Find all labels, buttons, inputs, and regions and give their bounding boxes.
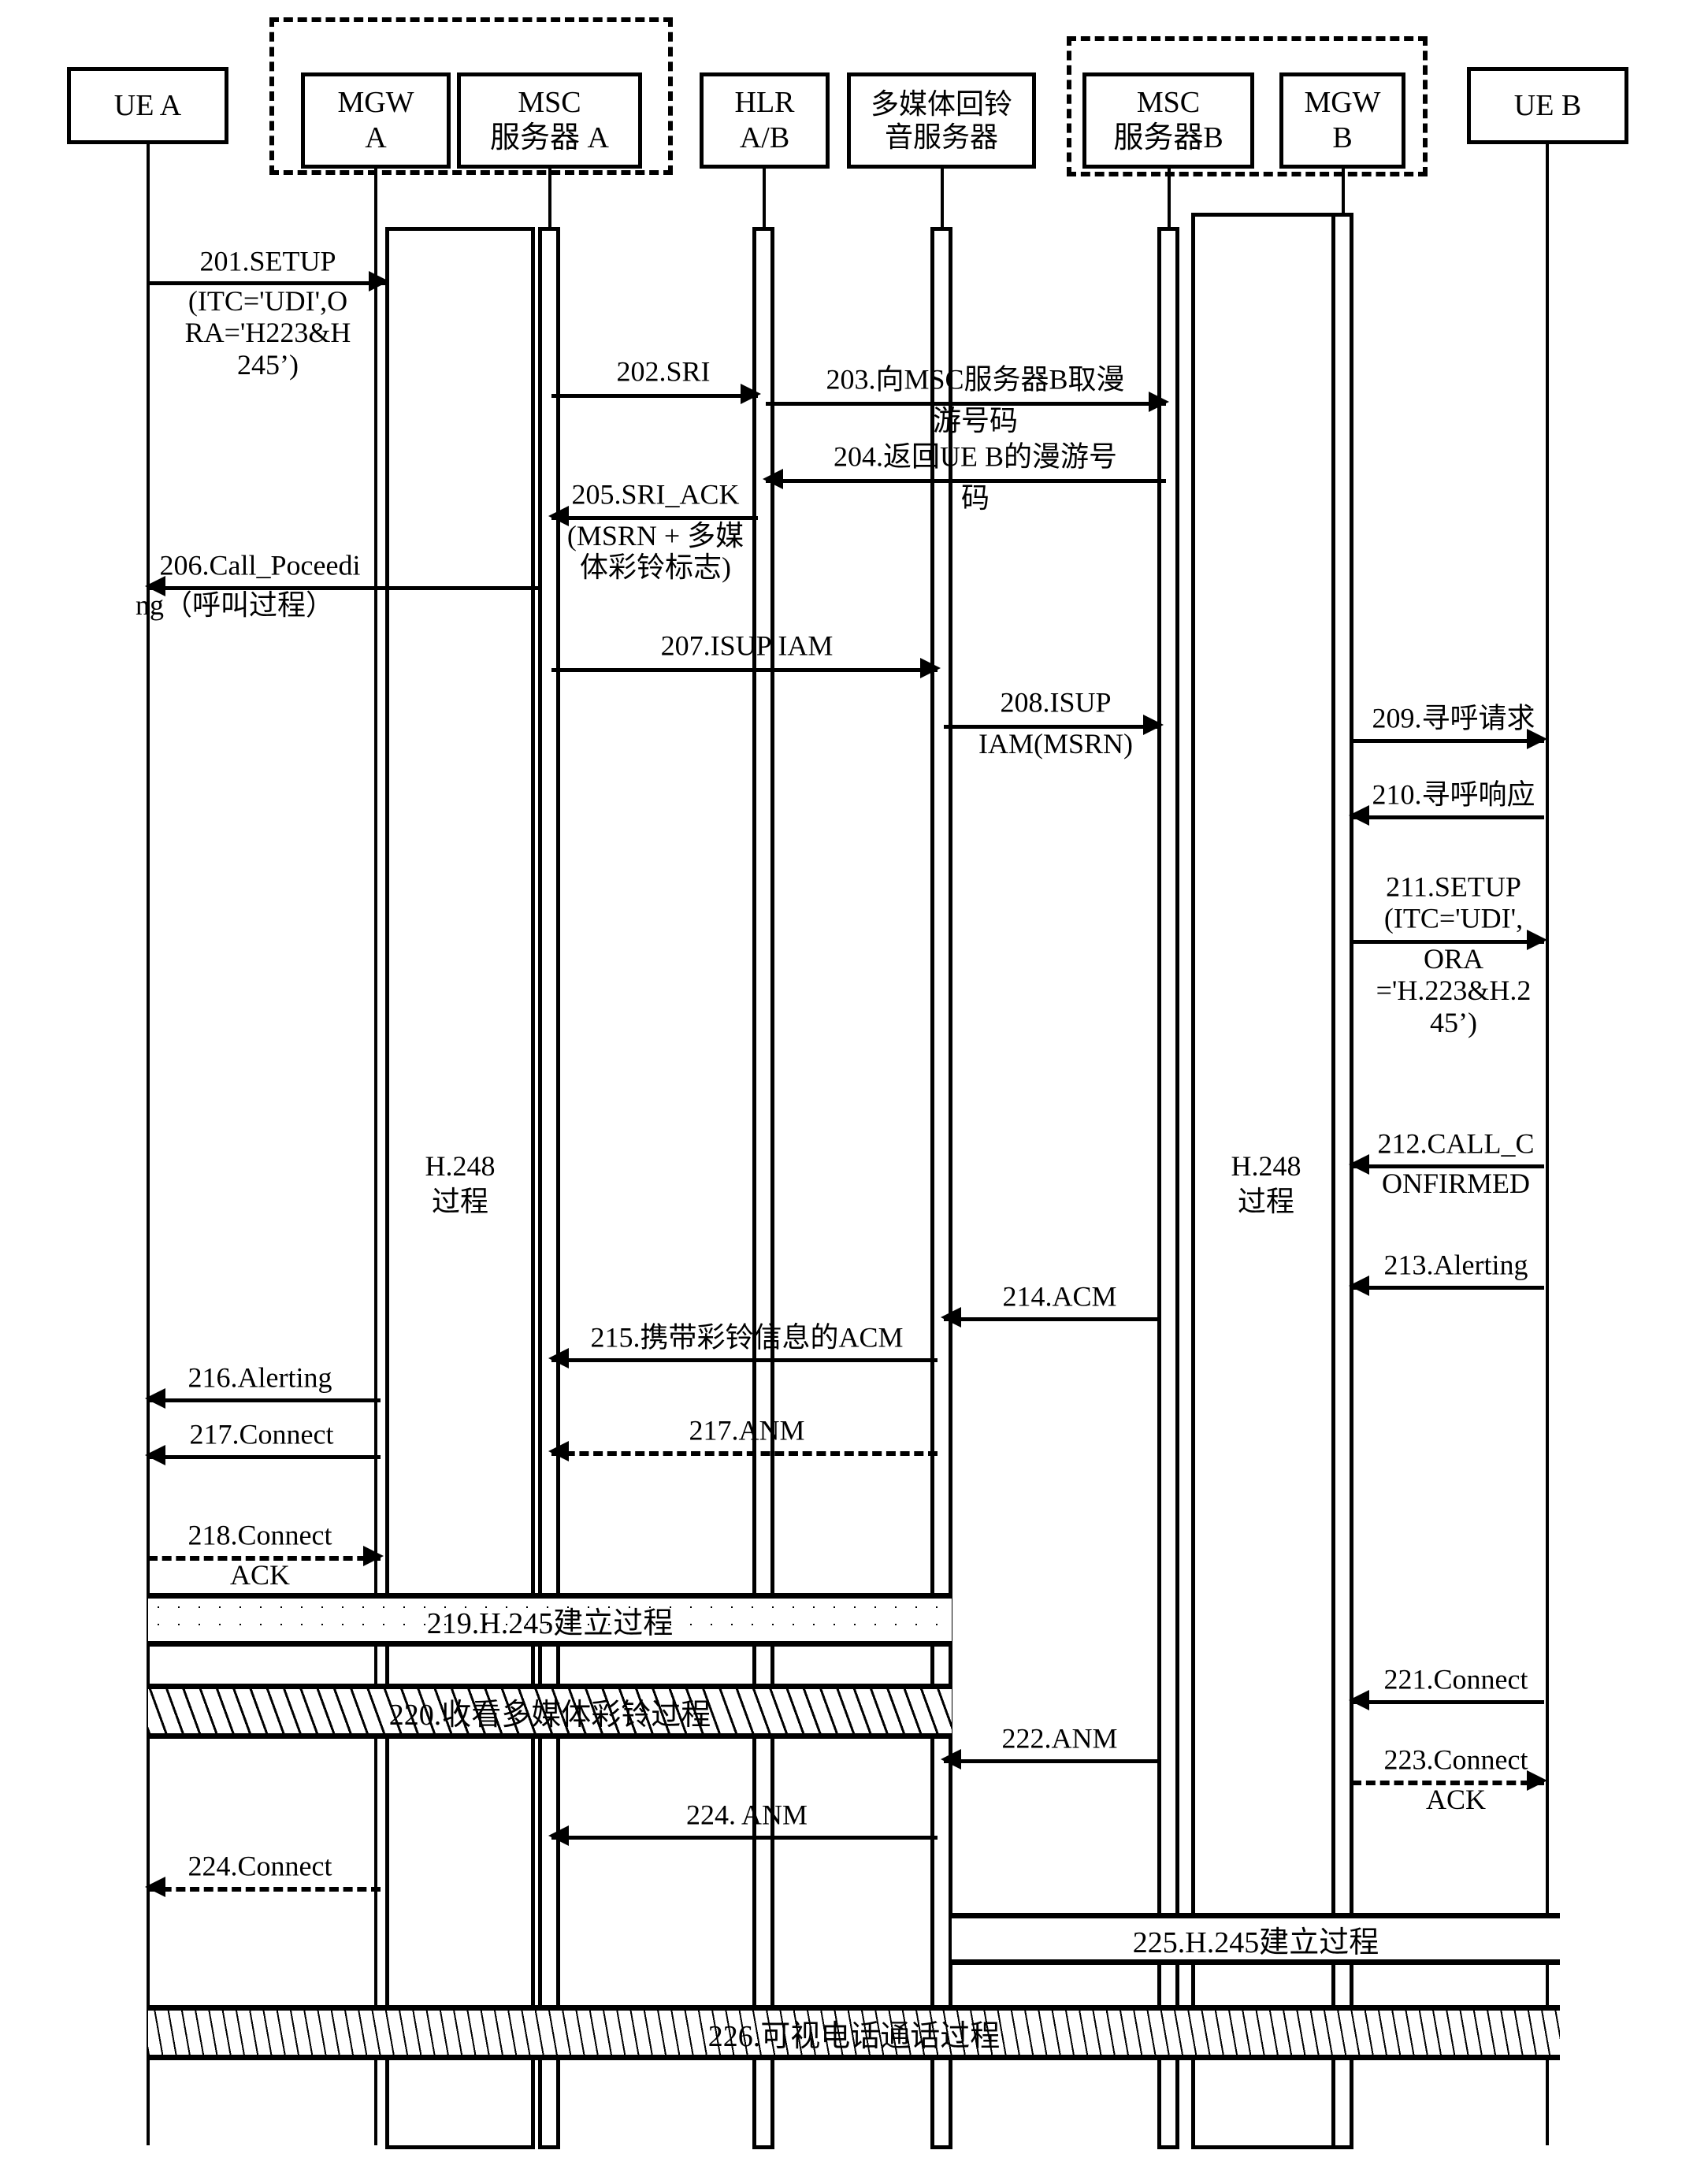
message-206-label-bottom: ng（呼叫过程） — [135, 589, 335, 621]
message-222-label: 222.ANM — [1001, 1722, 1118, 1755]
band-220-label: 220.收看多媒体彩铃过程 — [388, 1698, 711, 1732]
participant-label-line1: 多媒体回铃 — [870, 87, 1012, 120]
activation-bar-hlr — [752, 227, 774, 2149]
message-209-label: 209.寻呼请求 — [1372, 702, 1535, 734]
message-201-label-body: (ITC='UDI',O RA='H223&H 245’) — [184, 285, 351, 381]
message-207-label: 207.ISUP IAM — [660, 629, 834, 662]
participant-label-line1: MSC — [518, 86, 581, 120]
participant-hlr: HLR A/B — [700, 72, 830, 169]
participant-label-line1: UE B — [1513, 88, 1582, 122]
participant-label-line1: MSC — [1136, 86, 1201, 120]
message-204-label-bottom: 码 — [960, 482, 990, 514]
message-205-label-bottom: (MSRN + 多媒 体彩铃标志) — [566, 520, 744, 584]
participant-label-line1: UE A — [113, 88, 182, 122]
participant-label-line2: A — [365, 121, 387, 154]
message-213-label: 213.Alerting — [1383, 1249, 1528, 1281]
participant-label-line2: 服务器 A — [490, 121, 609, 154]
participant-label-line1: MGW — [1304, 86, 1381, 120]
message-221-label: 221.Connect — [1383, 1663, 1528, 1695]
activation-caption-line1: H.248 — [425, 1150, 496, 1182]
participant-multimedia-ringback-server: 多媒体回铃 音服务器 — [847, 72, 1036, 169]
lifeline-ue-b — [1546, 144, 1549, 2145]
activation-bar-msc-server-b — [1157, 227, 1179, 2149]
message-206-label-top: 206.Call_Poceedi — [159, 549, 361, 581]
lifeline-ue-a — [147, 144, 150, 2145]
participant-mgw-b: MGW B — [1279, 72, 1405, 169]
message-218-label-bottom: ACK — [229, 1559, 291, 1591]
band-219-label: 219.H.245建立过程 — [426, 1606, 674, 1640]
participant-label-line1: MGW — [337, 86, 414, 120]
participant-label-line2: A/B — [739, 121, 790, 154]
participant-ue-a: UE A — [67, 67, 228, 144]
message-211-label-bottom: ORA ='H.223&H.2 45’) — [1376, 943, 1532, 1038]
message-202-label: 202.SRI — [616, 355, 711, 388]
message-215-label: 215.携带彩铃信息的ACM — [590, 1321, 904, 1354]
message-212-label-top: 212.CALL_C — [1377, 1127, 1535, 1160]
participant-label-line1: HLR — [734, 86, 795, 120]
band-226-label: 226.可视电话通话过程 — [707, 2019, 1001, 2053]
message-216-label: 216.Alerting — [188, 1361, 332, 1394]
message-203-label-top: 203.向MSC服务器B取漫 — [826, 363, 1125, 395]
participant-mgw-a: MGW A — [301, 72, 451, 169]
activation-caption-line2: 过程 — [1237, 1186, 1294, 1217]
message-223-label-bottom: ACK — [1425, 1784, 1487, 1815]
lifeline-mgw-a — [374, 169, 377, 2145]
band-225-label: 225.H.245建立过程 — [1132, 1925, 1379, 1959]
message-212-label-bottom: ONFIRMED — [1381, 1168, 1531, 1199]
message-204-label-top: 204.返回UE B的漫游号 — [833, 440, 1118, 473]
participant-label-line2: 音服务器 — [884, 121, 998, 153]
message-224-anm-label: 224. ANM — [685, 1799, 808, 1831]
message-224-connect-label: 224.Connect — [188, 1850, 332, 1882]
activation-bar-mgw-b: H.248 过程 — [1191, 213, 1341, 2149]
message-210-label: 210.寻呼响应 — [1372, 778, 1535, 811]
sequence-diagram-canvas: UE A MGW A MSC 服务器 A HLR A/B 多媒体回铃 音服务器 … — [0, 0, 1708, 2165]
activation-bar-mgw-a: H.248 过程 — [385, 227, 535, 2149]
activation-bar-ue-b-right — [1331, 213, 1353, 2149]
band-219-h245-setup: 219.H.245建立过程 — [148, 1593, 952, 1647]
message-203-label-bottom: 游号码 — [932, 405, 1019, 436]
participant-msc-server-a: MSC 服务器 A — [457, 72, 642, 169]
participant-label-line2: 服务器B — [1113, 121, 1223, 154]
message-211-label-top: 211.SETUP (ITC='UDI', — [1383, 871, 1524, 934]
band-220-watch-multimedia-ringback: 220.收看多媒体彩铃过程 — [148, 1684, 952, 1739]
participant-msc-server-b: MSC 服务器B — [1082, 72, 1254, 169]
message-205-label-top: 205.SRI_ACK — [571, 478, 740, 511]
message-201-label-top: 201.SETUP — [199, 245, 336, 277]
band-226-video-call-process: 226.可视电话通话过程 — [148, 2005, 1560, 2060]
activation-caption-line1: H.248 — [1231, 1150, 1301, 1182]
participant-ue-b: UE B — [1467, 67, 1628, 144]
participant-label-line2: B — [1332, 121, 1353, 154]
message-217-connect-label: 217.Connect — [189, 1418, 334, 1450]
message-223-label-top: 223.Connect — [1383, 1744, 1528, 1776]
message-214-label: 214.ACM — [1002, 1280, 1117, 1313]
message-208-label-bottom: IAM(MSRN) — [978, 728, 1134, 759]
message-217-anm-label: 217.ANM — [689, 1414, 805, 1446]
message-218-label-top: 218.Connect — [188, 1519, 332, 1551]
activation-caption-line2: 过程 — [431, 1186, 488, 1217]
activation-bar-multimedia-ringback-server — [930, 227, 952, 2149]
band-225-h245-setup: 225.H.245建立过程 — [952, 1913, 1560, 1965]
message-208-label-top: 208.ISUP — [1000, 686, 1112, 719]
